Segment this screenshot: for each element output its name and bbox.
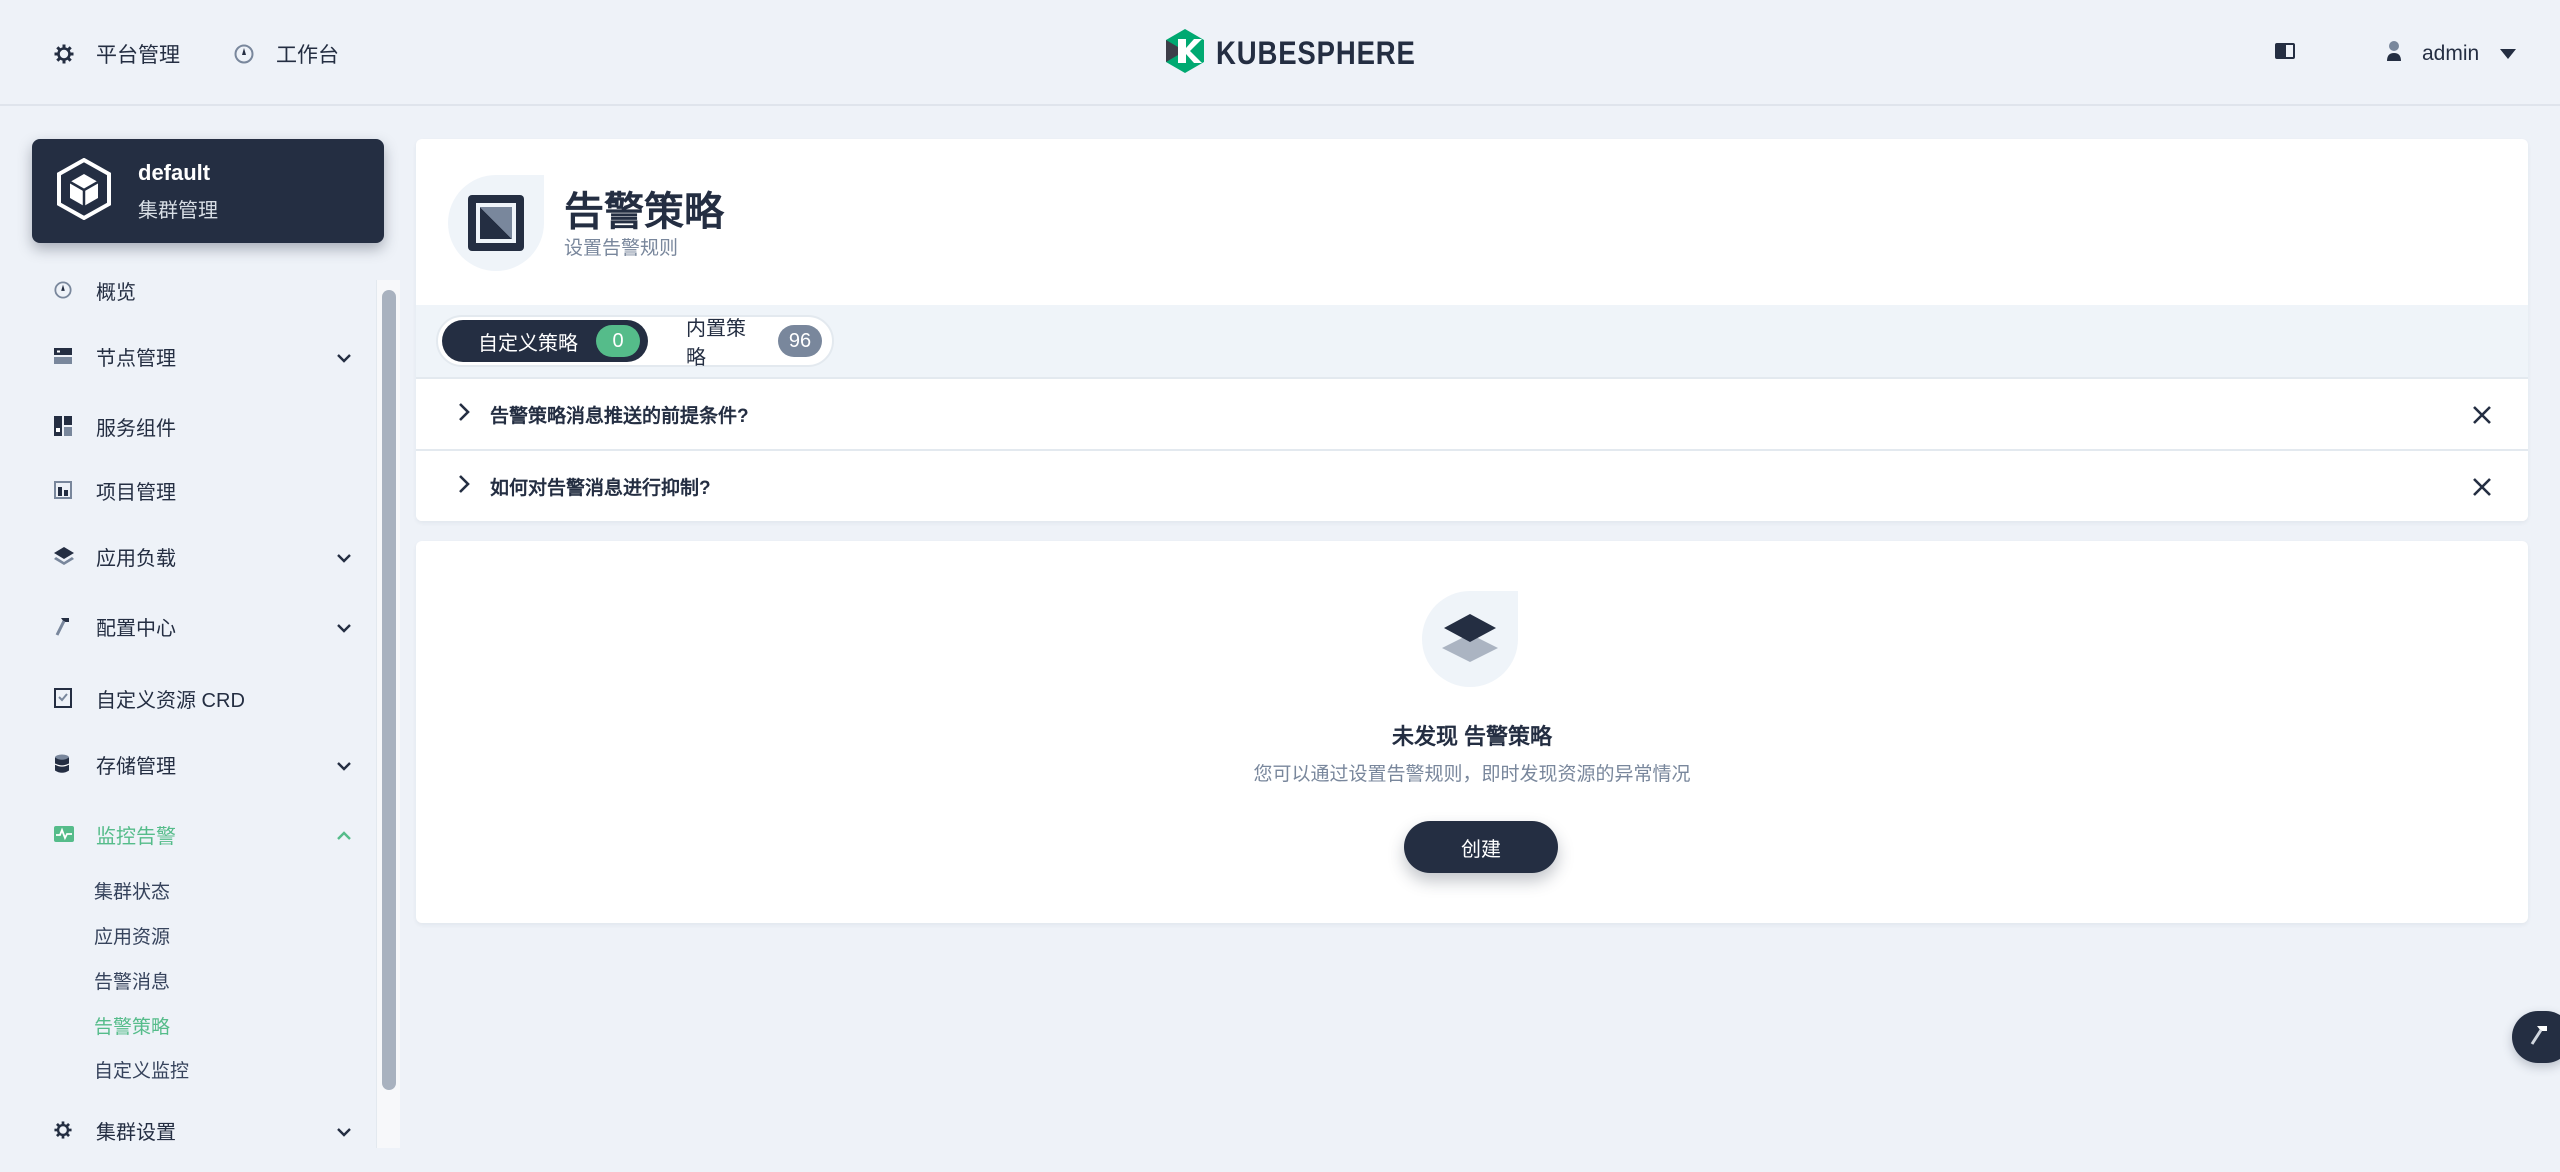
close-icon[interactable] [2472,477,2492,502]
platform-management-link[interactable]: 平台管理 [54,34,180,74]
page-title: 告警策略 [564,190,724,234]
empty-description: 您可以通过设置告警规则，即时发现资源的异常情况 [1253,764,1691,785]
kubesphere-logo-icon [1164,27,1206,80]
sidebar-subitem-alert-policies[interactable]: 告警策略 [94,1009,170,1041]
chevron-down-icon [336,346,352,369]
sidebar-item-label: 应用负载 [96,547,176,570]
chevron-right-icon [458,474,470,499]
chevron-down-icon [336,546,352,569]
caret-down-icon [2499,42,2517,66]
server-icon [54,344,88,368]
chevron-down-icon [336,616,352,639]
database-icon [54,752,88,776]
monitoring-icon [54,822,88,846]
chevron-down-icon [336,1120,352,1143]
sidebar-item-cluster-settings[interactable]: 集群设置 [32,1108,352,1152]
sidebar-item-label: 监控告警 [96,825,176,848]
tab-label: 自定义策略 [478,332,578,355]
banner-header: 告警策略 设置告警规则 [416,139,2528,305]
empty-title: 未发现 告警策略 [1391,724,1553,749]
workbench-link[interactable]: 工作台 [234,34,339,74]
count-badge: 0 [596,325,640,357]
sidebar-subitem-app-resources[interactable]: 应用资源 [94,919,170,951]
policy-tabs: 自定义策略 0 内置策略 96 [436,315,834,369]
dashboard-icon [234,44,254,64]
sidebar-item-overview[interactable]: 概览 [32,268,352,312]
tab-strip: 自定义策略 0 内置策略 96 [416,305,2528,377]
brand-name: KUBESPHERE [1216,34,1416,71]
sidebar-item-label: 自定义资源 CRD [96,689,245,712]
hammer-icon [2528,1024,2550,1051]
hammer-icon [54,614,88,638]
layers-icon [1422,591,1518,687]
crd-icon [54,686,88,710]
gear-icon [54,44,74,64]
toolbox-button[interactable] [2512,1011,2560,1063]
project-icon [54,478,88,502]
sidebar-scrollbar-thumb[interactable] [382,290,396,1090]
sidebar-item-monitoring-alerting[interactable]: 监控告警 [32,812,352,856]
sidebar-item-label: 节点管理 [96,347,176,370]
cluster-subtitle: 集群管理 [138,199,218,222]
sidebar-item-crd[interactable]: 自定义资源 CRD [32,676,352,720]
book-icon[interactable] [2274,42,2296,65]
page-description: 设置告警规则 [564,238,679,259]
page-banner: 告警策略 设置告警规则 自定义策略 0 内置策略 96 告警策略消息推送的前提条… [416,139,2528,521]
platform-management-label: 平台管理 [96,44,180,67]
count-badge: 96 [778,325,822,357]
sidebar-item-config-center[interactable]: 配置中心 [32,604,352,648]
layers-icon [54,544,88,568]
user-icon [2386,40,2402,68]
username: admin [2422,42,2480,65]
chevron-right-icon [458,402,470,427]
cluster-name: default [138,159,211,185]
tab-custom-policies[interactable]: 自定义策略 0 [442,320,648,362]
tab-builtin-policies[interactable]: 内置策略 96 [648,318,828,369]
tab-label: 内置策略 [686,318,746,369]
workbench-label: 工作台 [276,44,339,67]
dashboard-icon [54,278,88,302]
components-icon [54,414,88,438]
gear-icon [54,1118,88,1142]
chevron-up-icon [336,824,352,847]
cluster-selector[interactable]: default 集群管理 [32,139,384,243]
sidebar-item-projects[interactable]: 项目管理 [32,468,352,512]
sidebar-item-storage[interactable]: 存储管理 [32,742,352,786]
close-icon[interactable] [2472,405,2492,430]
sidebar-item-label: 存储管理 [96,755,176,778]
sidebar-item-label: 项目管理 [96,481,176,504]
alert-policy-icon [448,175,544,271]
sidebar-subitem-cluster-status[interactable]: 集群状态 [94,874,170,906]
kubesphere-logo[interactable]: KUBESPHERE [1164,28,1448,78]
sidebar-item-label: 集群设置 [96,1121,176,1144]
create-button[interactable]: 创建 [1404,821,1558,873]
user-menu[interactable]: admin [2386,34,2517,74]
tip-text: 告警策略消息推送的前提条件? [490,405,749,427]
cluster-icon [56,157,112,225]
sidebar-subitem-custom-monitoring[interactable]: 自定义监控 [94,1053,189,1085]
sidebar-item-nodes[interactable]: 节点管理 [32,334,352,378]
top-navigation-bar: 平台管理 工作台 KUBESPHERE admin [0,0,2560,106]
empty-state-panel: 未发现 告警策略 您可以通过设置告警规则，即时发现资源的异常情况 创建 [416,541,2528,923]
chevron-down-icon [336,754,352,777]
tip-text: 如何对告警消息进行抑制? [490,477,711,499]
sidebar-subitem-alert-messages[interactable]: 告警消息 [94,964,170,996]
sidebar-item-label: 配置中心 [96,617,176,640]
sidebar-item-components[interactable]: 服务组件 [32,404,352,448]
sidebar-item-workloads[interactable]: 应用负载 [32,534,352,578]
sidebar-item-label: 服务组件 [96,417,176,440]
tip-suppress-alerts[interactable]: 如何对告警消息进行抑制? [416,449,2528,521]
sidebar-item-label: 概览 [96,281,136,304]
tip-push-prerequisites[interactable]: 告警策略消息推送的前提条件? [416,377,2528,449]
